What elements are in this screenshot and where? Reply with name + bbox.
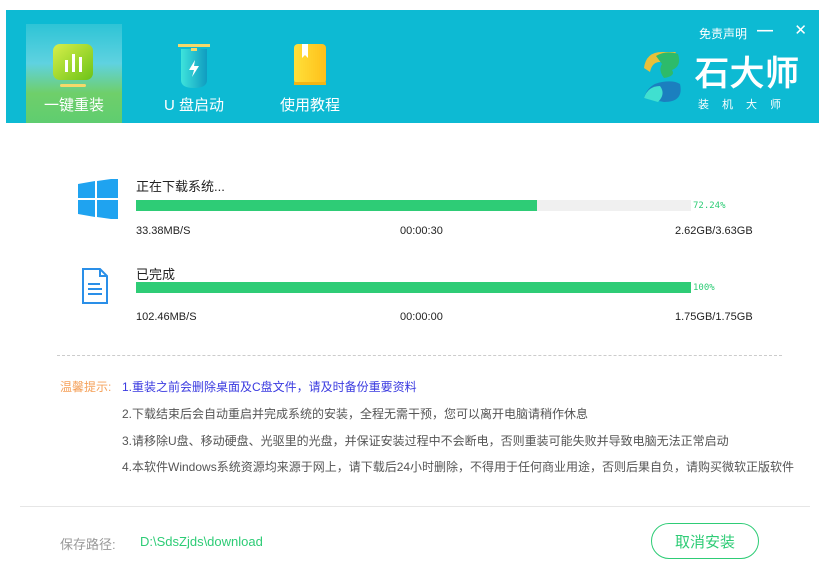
tab-label: 一键重装 [43,97,104,114]
disclaimer-link[interactable]: 免责声明 [699,25,747,42]
save-path-label: 保存路径: [60,537,116,552]
download-size: 2.62GB/3.63GB [675,225,753,237]
download-speed: 33.38MB/S [136,225,191,237]
tab-usb-boot[interactable]: U 盘启动 [146,24,242,123]
usb-drive-icon [178,44,210,88]
cancel-install-button[interactable]: 取消安装 [651,523,759,559]
progress-fill [136,200,537,211]
download-status-title: 正在下载系统... [136,179,225,194]
save-path-value[interactable]: D:\SdsZjds\download [140,534,263,549]
progress-fill [136,282,691,293]
download-speed: 102.46MB/S [136,311,197,323]
remaining-time: 00:00:30 [400,225,443,237]
tab-label: 使用教程 [279,97,340,114]
windows-icon [78,179,118,219]
tab-tutorial[interactable]: 使用教程 [262,24,358,123]
close-button[interactable]: ✕ [794,21,807,39]
progress-percent: 72.24% [693,201,726,211]
remaining-time: 00:00:00 [400,311,443,323]
tip-item: 3.请移除U盘、移动硬盘、光驱里的光盘，并保证安装过程中不会断电，否则重装可能失… [122,434,729,448]
download-size: 1.75GB/1.75GB [675,311,753,323]
brand-name: 石大师 [695,55,800,93]
tab-one-click-reinstall[interactable]: 一键重装 [26,24,122,123]
download-status-title: 已完成 [136,267,176,282]
progress-percent: 100% [693,283,715,293]
brand-subtitle: 装机大师 [698,99,794,111]
progress-bar-system [136,200,691,211]
chart-monitor-icon [53,44,93,87]
book-icon [294,44,326,85]
tip-item: 2.下载结束后会自动重启并完成系统的安装，全程无需干预，您可以离开电脑请稍作休息 [122,407,589,421]
tips-label: 温馨提示: [60,380,112,394]
footer-divider [20,506,810,507]
brand-logo-icon [644,52,681,102]
divider [57,355,782,356]
progress-bar-files [136,282,691,293]
document-icon [82,268,108,304]
tab-label: U 盘启动 [163,97,224,114]
minimize-button[interactable]: — [757,22,773,40]
tip-item: 4.本软件Windows系统资源均来源于网上，请下载后24小时删除，不得用于任何… [122,460,795,474]
tip-item: 1.重装之前会删除桌面及C盘文件，请及时备份重要资料 [122,380,417,394]
